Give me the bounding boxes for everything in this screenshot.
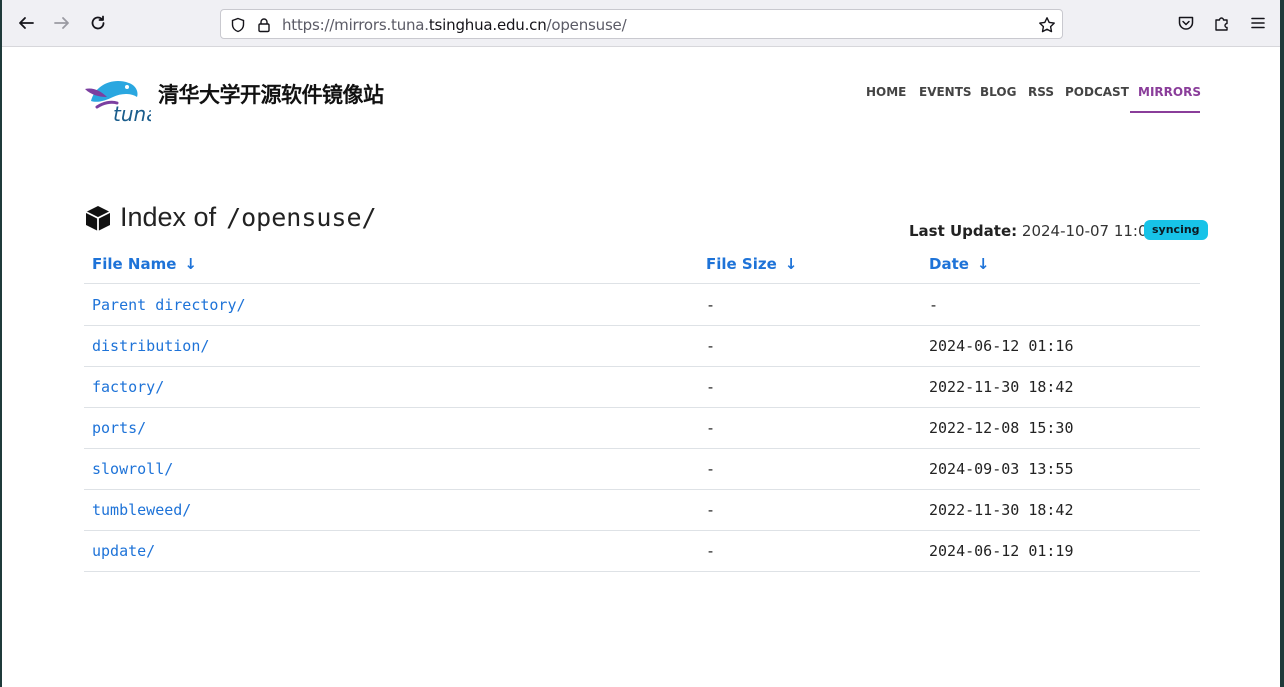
- table-row: tumbleweed/ - 2022-11-30 18:42: [84, 489, 1200, 531]
- table-row: ports/ - 2022-12-08 15:30: [84, 407, 1200, 449]
- nav-mirrors[interactable]: MIRRORS: [1138, 85, 1201, 99]
- last-update: Last Update: 2024-10-07 11:02: [909, 222, 1157, 240]
- file-date: 2022-11-30 18:42: [929, 501, 1074, 519]
- page-content: tuna 清华大学开源软件镜像站 HOME EVENTS BLOG RSS PO…: [2, 47, 1280, 687]
- file-size: -: [706, 542, 716, 560]
- nav-home[interactable]: HOME: [866, 85, 906, 99]
- url-text[interactable]: https://mirrors.tuna.tsinghua.edu.cn/ope…: [282, 16, 627, 34]
- column-header-file-name[interactable]: File Name ↓: [92, 255, 197, 273]
- heading-prefix: Index of: [120, 202, 217, 232]
- file-link[interactable]: slowroll/: [92, 460, 173, 478]
- file-link[interactable]: tumbleweed/: [92, 501, 191, 519]
- bookmark-star-icon[interactable]: [1038, 16, 1056, 34]
- file-date: 2022-12-08 15:30: [929, 419, 1074, 437]
- reload-icon: [91, 15, 105, 30]
- column-label-size: File Size: [706, 255, 777, 273]
- lock-icon[interactable]: [255, 16, 273, 34]
- file-size: -: [706, 460, 716, 478]
- pocket-button[interactable]: [1174, 11, 1198, 35]
- address-bar[interactable]: https://mirrors.tuna.tsinghua.edu.cn/ope…: [220, 9, 1063, 39]
- logo-wordmark: tuna: [113, 102, 151, 123]
- file-link[interactable]: ports/: [92, 419, 146, 437]
- column-header-file-size[interactable]: File Size ↓: [706, 255, 797, 273]
- file-size: -: [706, 296, 716, 314]
- tuna-logo[interactable]: tuna: [83, 71, 158, 126]
- file-date: -: [929, 296, 939, 314]
- table-row: slowroll/ - 2024-09-03 13:55: [84, 448, 1200, 490]
- nav-rss[interactable]: RSS: [1028, 85, 1054, 99]
- table-row: distribution/ - 2024-06-12 01:16: [84, 325, 1200, 367]
- table-row: factory/ - 2022-11-30 18:42: [84, 366, 1200, 408]
- file-link[interactable]: factory/: [92, 378, 164, 396]
- pocket-icon: [1178, 16, 1194, 30]
- nav-blog[interactable]: BLOG: [980, 85, 1016, 99]
- browser-toolbar: https://mirrors.tuna.tsinghua.edu.cn/ope…: [2, 0, 1280, 47]
- extensions-button[interactable]: [1210, 11, 1234, 35]
- heading-path: /opensuse/: [226, 203, 377, 232]
- file-link[interactable]: distribution/: [92, 337, 209, 355]
- sort-arrow-down-icon: ↓: [184, 255, 197, 273]
- file-link[interactable]: update/: [92, 542, 155, 560]
- hamburger-menu-icon: [1251, 17, 1265, 29]
- file-size: -: [706, 501, 716, 519]
- file-date: 2024-09-03 13:55: [929, 460, 1074, 478]
- url-path: /opensuse/: [546, 16, 627, 34]
- last-update-label: Last Update:: [909, 222, 1018, 240]
- column-header-date[interactable]: Date ↓: [929, 255, 990, 273]
- file-size: -: [706, 337, 716, 355]
- site-title[interactable]: 清华大学开源软件镜像站: [158, 79, 384, 109]
- file-date: 2022-11-30 18:42: [929, 378, 1074, 396]
- page-heading: Index of /opensuse/: [84, 202, 377, 233]
- file-size: -: [706, 378, 716, 396]
- table-row: update/ - 2024-06-12 01:19: [84, 530, 1200, 572]
- arrow-left-icon: [19, 17, 34, 29]
- last-update-value: 2024-10-07 11:02: [1021, 222, 1158, 240]
- puzzle-piece-icon: [1215, 17, 1228, 31]
- file-link[interactable]: Parent directory/: [92, 296, 246, 314]
- column-label-date: Date: [929, 255, 969, 273]
- nav-podcast[interactable]: PODCAST: [1065, 85, 1129, 99]
- active-nav-indicator: [1130, 111, 1200, 113]
- status-badge: syncing: [1144, 220, 1208, 240]
- url-prefix: https://mirrors.tuna.: [282, 16, 429, 34]
- reload-button[interactable]: [84, 9, 112, 37]
- arrow-right-icon: [54, 17, 69, 29]
- file-date: 2024-06-12 01:16: [929, 337, 1074, 355]
- back-button[interactable]: [12, 9, 40, 37]
- file-size: -: [706, 419, 716, 437]
- sort-arrow-down-icon: ↓: [784, 255, 798, 273]
- forward-button[interactable]: [48, 9, 76, 37]
- shield-icon[interactable]: [229, 16, 247, 34]
- column-label-name: File Name: [92, 255, 177, 273]
- sort-arrow-down-icon: ↓: [976, 255, 990, 273]
- package-box-icon: [85, 205, 111, 231]
- browser-window: https://mirrors.tuna.tsinghua.edu.cn/ope…: [2, 0, 1280, 687]
- file-date: 2024-06-12 01:19: [929, 542, 1074, 560]
- url-host: tsinghua.edu.cn: [428, 16, 547, 34]
- menu-button[interactable]: [1246, 11, 1270, 35]
- table-row: Parent directory/ - -: [84, 284, 1200, 326]
- nav-events[interactable]: EVENTS: [919, 85, 972, 99]
